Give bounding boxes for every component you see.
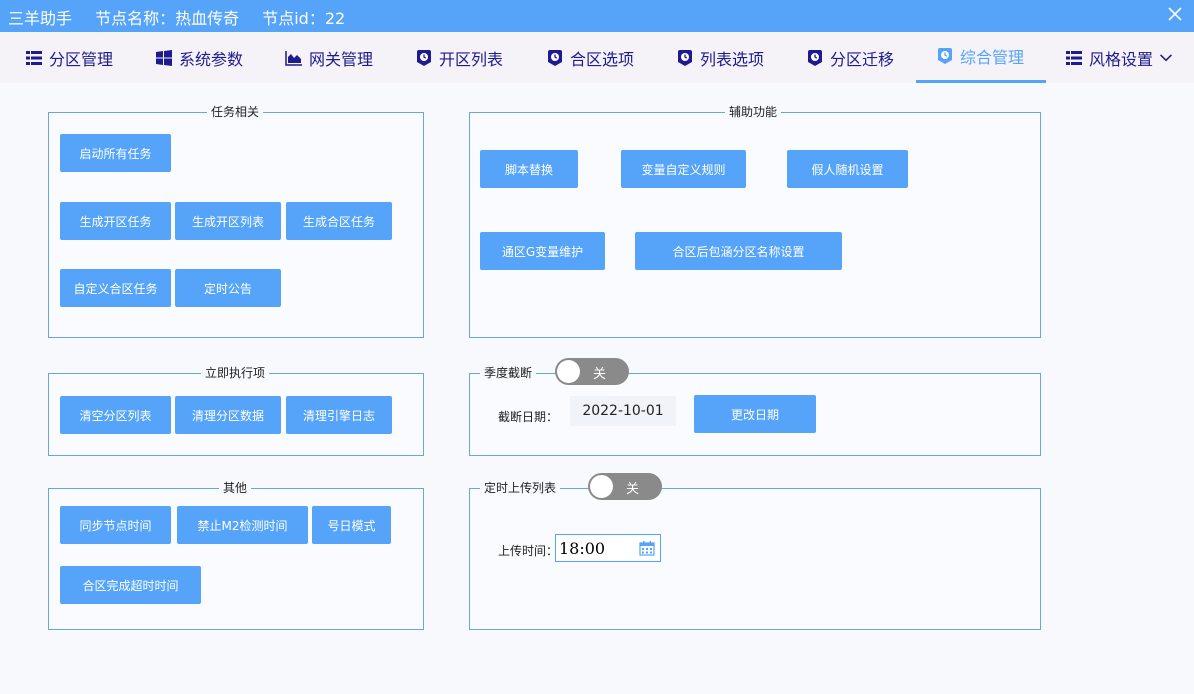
tab-merge-options[interactable]: 合区选项 bbox=[546, 32, 634, 83]
upload-group: 定时上传列表 关 上传时间： 18:00 bbox=[469, 473, 1041, 630]
upload-time-label: 上传时间： bbox=[498, 544, 559, 558]
group-title: 辅助功能 bbox=[725, 104, 782, 120]
exec-group: 立即执行项 清空分区列表 清理分区数据 清理引擎日志 bbox=[48, 365, 424, 456]
tab-list-options[interactable]: 列表选项 bbox=[676, 32, 764, 83]
toggle-knob bbox=[590, 475, 613, 498]
window-title: 三羊助手 节点名称：热血传奇 节点id：22 bbox=[8, 5, 363, 29]
toggle-label: 关 bbox=[626, 482, 640, 497]
group-title: 定时上传列表 bbox=[480, 480, 561, 496]
clock-badge-icon bbox=[808, 49, 822, 66]
tab-label: 综合管理 bbox=[960, 48, 1025, 67]
node-id: 节点id：22 bbox=[262, 9, 346, 28]
aux-group: 辅助功能 脚本替换 变量自定义规则 假人随机设置 通区G变量维护 合区后包涵分区… bbox=[469, 104, 1041, 338]
chevron-down-icon bbox=[1160, 53, 1173, 61]
upload-list-toggle[interactable]: 关 bbox=[588, 473, 662, 500]
tab-bar: 分区管理 系统参数 网关管理 开区列表 合区选项 列表选项 分区迁移 综合管理 … bbox=[0, 32, 1194, 83]
change-date-button[interactable]: 更改日期 bbox=[694, 395, 816, 433]
group-title: 季度截断 bbox=[480, 365, 537, 381]
node-name: 节点名称：热血传奇 bbox=[95, 9, 240, 28]
title-bar: 三羊助手 节点名称：热血传奇 节点id：22 bbox=[0, 0, 1194, 32]
generate-open-list-button[interactable]: 生成开区列表 bbox=[175, 202, 281, 240]
upload-time-input[interactable]: 18:00 bbox=[555, 534, 661, 562]
season-group: 季度截断 关 截断日期： 2022-10-01 更改日期 bbox=[469, 358, 1041, 456]
fake-random-settings-button[interactable]: 假人随机设置 bbox=[787, 150, 908, 188]
area-chart-icon bbox=[285, 50, 302, 66]
disable-m2-time-check-button[interactable]: 禁止M2检测时间 bbox=[177, 506, 308, 544]
clock-badge-icon bbox=[938, 48, 952, 64]
scheduled-notice-button[interactable]: 定时公告 bbox=[175, 269, 281, 307]
script-replace-button[interactable]: 脚本替换 bbox=[480, 150, 578, 188]
toggle-label: 关 bbox=[593, 367, 607, 382]
group-title: 其他 bbox=[219, 480, 252, 496]
tab-style-settings[interactable]: 风格设置 bbox=[1065, 32, 1173, 83]
tab-label: 分区迁移 bbox=[830, 49, 895, 69]
cut-date-label: 截断日期： bbox=[498, 410, 559, 424]
clock-badge-icon bbox=[548, 49, 562, 66]
app-name: 三羊助手 bbox=[8, 9, 73, 28]
tab-label: 列表选项 bbox=[700, 49, 765, 69]
global-variable-maintain-button[interactable]: 通区G变量维护 bbox=[480, 232, 605, 270]
merge-timeout-button[interactable]: 合区完成超时时间 bbox=[60, 566, 201, 604]
custom-merge-task-button[interactable]: 自定义合区任务 bbox=[60, 269, 171, 307]
generate-open-task-button[interactable]: 生成开区任务 bbox=[60, 202, 171, 240]
clear-partition-list-button[interactable]: 清空分区列表 bbox=[60, 396, 171, 434]
upload-time-value: 18:00 bbox=[559, 539, 606, 558]
tab-label: 合区选项 bbox=[570, 49, 635, 69]
tab-label: 网关管理 bbox=[309, 49, 374, 69]
clean-engine-log-button[interactable]: 清理引擎日志 bbox=[286, 396, 392, 434]
tab-partition-management[interactable]: 分区管理 bbox=[25, 32, 113, 83]
clock-badge-icon bbox=[678, 49, 692, 66]
tab-system-params[interactable]: 系统参数 bbox=[155, 32, 243, 83]
group-title: 任务相关 bbox=[207, 104, 264, 120]
list-icon bbox=[26, 50, 42, 65]
variable-custom-rule-button[interactable]: 变量自定义规则 bbox=[621, 150, 746, 188]
close-icon[interactable] bbox=[1166, 5, 1184, 23]
toggle-knob bbox=[557, 360, 580, 383]
tab-label: 系统参数 bbox=[179, 49, 244, 69]
generate-merge-task-button[interactable]: 生成合区任务 bbox=[286, 202, 392, 240]
tab-open-list[interactable]: 开区列表 bbox=[415, 32, 503, 83]
clean-partition-data-button[interactable]: 清理分区数据 bbox=[175, 396, 281, 434]
list-icon bbox=[1066, 50, 1082, 65]
calendar-icon[interactable] bbox=[639, 540, 655, 556]
start-all-tasks-button[interactable]: 启动所有任务 bbox=[60, 134, 171, 172]
other-group: 其他 同步节点时间 禁止M2检测时间 号日模式 合区完成超时时间 bbox=[48, 480, 424, 630]
windows-icon bbox=[156, 49, 172, 66]
tab-label: 开区列表 bbox=[439, 49, 504, 69]
cut-date-value: 2022-10-01 bbox=[570, 396, 676, 426]
tab-label: 风格设置 bbox=[1089, 49, 1154, 69]
tab-partition-migration[interactable]: 分区迁移 bbox=[806, 32, 894, 83]
task-group: 任务相关 启动所有任务 生成开区任务 生成开区列表 生成合区任务 自定义合区任务… bbox=[48, 104, 424, 338]
group-title: 立即执行项 bbox=[201, 365, 270, 381]
sync-node-time-button[interactable]: 同步节点时间 bbox=[60, 506, 171, 544]
tab-general-management[interactable]: 综合管理 bbox=[916, 32, 1046, 83]
season-cut-toggle[interactable]: 关 bbox=[555, 358, 629, 385]
day-mode-button[interactable]: 号日模式 bbox=[312, 506, 391, 544]
clock-badge-icon bbox=[417, 49, 431, 66]
tab-label: 分区管理 bbox=[49, 49, 114, 69]
post-merge-name-settings-button[interactable]: 合区后包涵分区名称设置 bbox=[635, 232, 842, 270]
tab-gateway-management[interactable]: 网关管理 bbox=[285, 32, 373, 83]
